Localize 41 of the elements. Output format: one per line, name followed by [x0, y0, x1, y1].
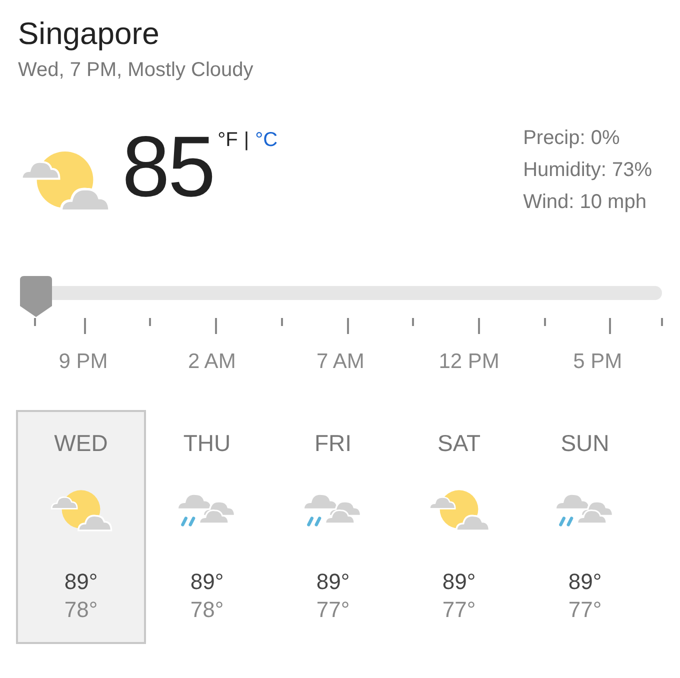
tick-mark	[661, 318, 663, 326]
tick-mark	[478, 318, 480, 334]
tick-mark	[281, 318, 283, 326]
high-temperature: 89°	[190, 568, 224, 596]
tick-mark	[215, 318, 217, 334]
weather-detail: Humidity: 73%	[523, 158, 652, 183]
day-name: WED	[54, 428, 108, 458]
time-label: 9 PM	[58, 349, 108, 375]
low-temperature: 77°	[316, 596, 350, 624]
tick-mark	[84, 318, 86, 334]
weather-detail: Wind: 10 mph	[523, 190, 648, 215]
time-label: 12 PM	[438, 349, 500, 375]
time-label: 7 AM	[316, 349, 364, 375]
location-title: Singapore	[18, 15, 160, 53]
low-temperature: 78°	[190, 596, 224, 624]
time-label: 2 AM	[188, 349, 236, 375]
unit-toggle[interactable]: °C	[255, 128, 278, 152]
time-label: 5 PM	[573, 349, 622, 375]
high-temperature: 89°	[442, 568, 476, 596]
timeline-handle[interactable]	[20, 276, 52, 318]
low-temperature: 78°	[64, 596, 98, 624]
high-temperature: 89°	[64, 568, 98, 596]
high-temperature: 89°	[316, 568, 350, 596]
tick-mark	[347, 318, 349, 334]
tick-mark	[544, 318, 546, 326]
tick-mark	[412, 318, 414, 326]
day-name: SUN	[560, 428, 610, 458]
low-temperature: 77°	[442, 596, 476, 624]
high-temperature: 89°	[568, 568, 602, 596]
tick-mark	[149, 318, 151, 326]
day-name: FRI	[314, 428, 352, 458]
unit-separator: |	[244, 128, 250, 152]
day-name: THU	[183, 428, 231, 458]
tick-mark	[609, 318, 611, 334]
day-forecast[interactable]: WED 89° 78°	[16, 410, 146, 644]
weather-summary: Wed, 7 PM, Mostly Cloudy	[18, 58, 254, 83]
temperature: 85	[122, 124, 214, 217]
weather-detail: Precip: 0%	[523, 126, 621, 151]
low-temperature: 77°	[568, 596, 602, 624]
tick-mark	[34, 318, 36, 326]
day-name: SAT	[437, 428, 481, 458]
